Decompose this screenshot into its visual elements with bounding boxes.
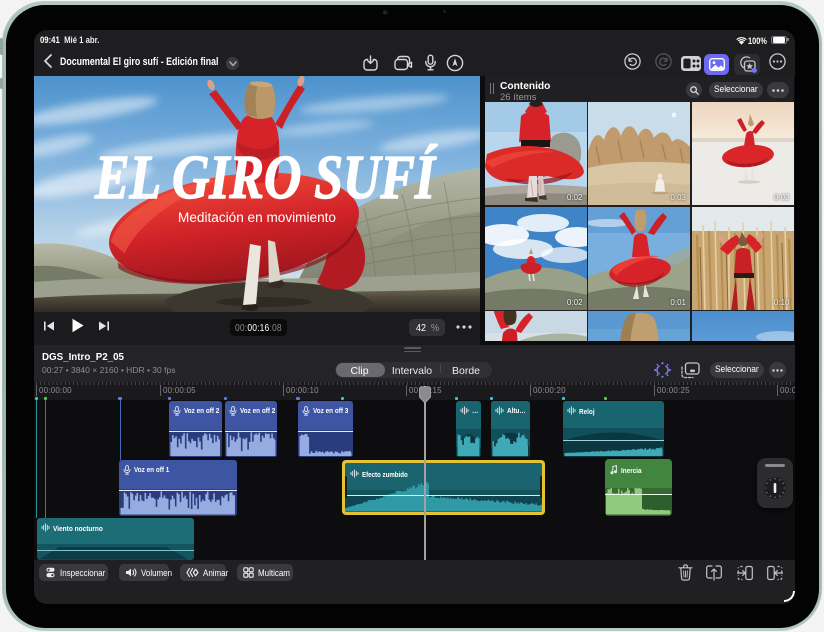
svg-text:Meditación en movimiento: Meditación en movimiento	[178, 210, 336, 225]
svg-text:EL GIRO SUFÍ: EL GIRO SUFÍ	[94, 144, 438, 212]
